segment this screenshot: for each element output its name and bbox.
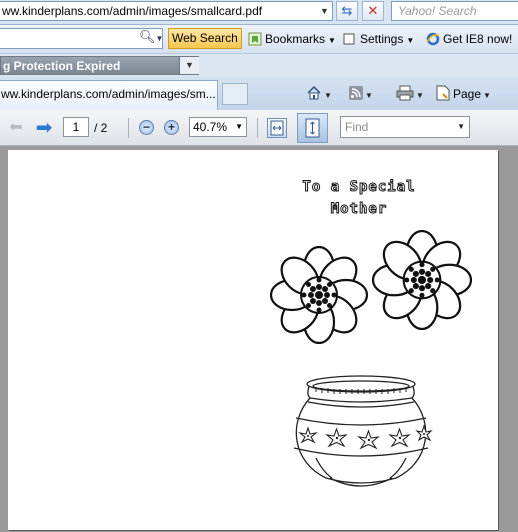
page-menu-button[interactable]: Page ▼ [436, 85, 491, 103]
rss-icon [349, 86, 363, 100]
page-total-label: / 2 [94, 121, 108, 135]
zoom-out-icon[interactable]: − [139, 120, 154, 135]
page-icon [436, 85, 450, 101]
refresh-button[interactable]: ⇆ [336, 1, 358, 21]
protection-expired-banner[interactable]: g Protection Expired ▼ [0, 56, 199, 75]
settings-label: Settings [360, 32, 404, 46]
home-button[interactable]: ▼ [306, 85, 332, 103]
address-input[interactable]: ww.kinderplans.com/admin/images/smallcar… [0, 1, 333, 21]
stop-button[interactable]: ✕ [362, 1, 384, 21]
address-dropdown-icon[interactable]: ▼ [320, 6, 329, 16]
zoom-level-value: 40.7% [193, 120, 228, 134]
document-viewport[interactable]: To a Special Mother [0, 146, 518, 532]
address-bar-row: ww.kinderplans.com/admin/images/smallcar… [0, 0, 518, 25]
printer-icon [396, 85, 414, 101]
bookmark-icon [248, 32, 262, 46]
tab-bar: ww.kinderplans.com/admin/images/sm... ▼ … [0, 76, 518, 111]
settings-button[interactable]: Settings ▼ [343, 30, 414, 48]
print-button[interactable]: ▼ [396, 85, 424, 103]
fit-page-glyph [305, 118, 320, 138]
yahoo-search-input[interactable]: Yahoo! Search [391, 1, 518, 21]
new-tab-button[interactable] [222, 83, 248, 105]
chevron-down-icon[interactable]: ▼ [179, 57, 199, 74]
get-ie8-link[interactable]: Get IE8 now! [426, 30, 512, 48]
pdf-page: To a Special Mother [8, 150, 498, 530]
search-toolbar: 🔍︎▼ Web Search Bookmarks ▼ Settings ▼ Get … [0, 25, 518, 54]
next-page-icon[interactable]: ➡ [34, 118, 54, 138]
flower-illustration-right [372, 230, 472, 330]
fit-page-icon[interactable] [297, 113, 328, 143]
stop-icon: ✕ [367, 3, 379, 18]
find-placeholder: Find [345, 120, 369, 134]
toolbar-divider [128, 118, 129, 138]
feeds-button[interactable]: ▼ [349, 85, 373, 103]
card-title: To a Special Mother [302, 179, 416, 218]
chevron-down-icon: ▼ [457, 122, 465, 131]
protection-expired-label: g Protection Expired [3, 59, 121, 73]
get-ie8-label: Get IE8 now! [443, 32, 513, 46]
fit-width-glyph [270, 120, 284, 136]
security-toolbar: g Protection Expired ▼ [0, 54, 518, 76]
bookmarks-button[interactable]: Bookmarks ▼ [248, 30, 336, 48]
web-search-button[interactable]: Web Search [168, 28, 242, 49]
zoom-level-select[interactable]: 40.7% ▼ [189, 117, 247, 137]
zoom-in-icon[interactable]: + [164, 120, 179, 135]
flower-illustration-left [270, 246, 368, 344]
tab-active[interactable]: ww.kinderplans.com/admin/images/sm... [0, 80, 218, 110]
page-number-input[interactable]: 1 [63, 117, 89, 137]
flower-pot-illustration [293, 375, 433, 487]
page-menu-label: Page [453, 87, 482, 101]
find-input[interactable]: Find ▼ [340, 116, 470, 138]
search-icon[interactable]: 🔍︎▼ [139, 29, 163, 45]
pdf-toolbar: ⬅ ➡ 1 / 2 − + 40.7% ▼ Find ▼ [0, 110, 518, 146]
chevron-down-icon: ▼ [235, 122, 243, 131]
fit-width-icon[interactable] [267, 118, 287, 138]
bookmarks-label: Bookmarks [265, 32, 326, 46]
previous-page-icon[interactable]: ⬅ [6, 118, 26, 138]
toolbar-divider [257, 118, 258, 138]
home-icon [307, 85, 321, 100]
refresh-icon: ⇆ [341, 3, 353, 18]
ie-logo-icon [426, 32, 440, 46]
checkbox-icon [343, 33, 355, 45]
